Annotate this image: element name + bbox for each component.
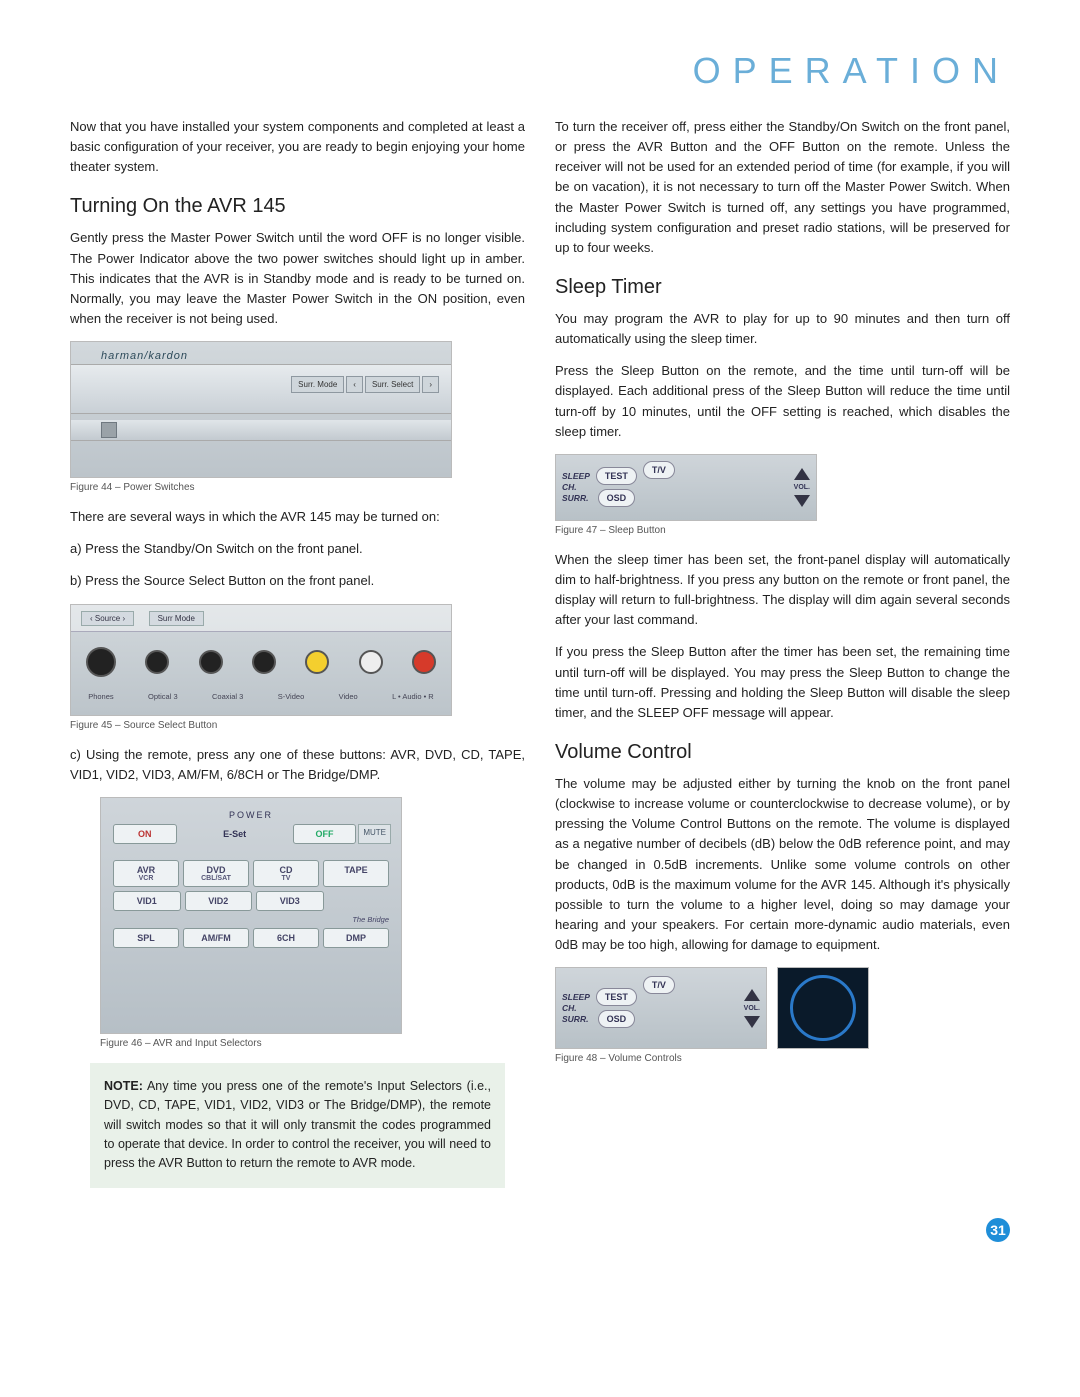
mute-button: MUTE — [358, 824, 391, 844]
osd-button-2: OSD — [598, 1010, 636, 1028]
option-a: a) Press the Standby/On Switch on the fr… — [70, 539, 525, 559]
amfm-button: AM/FM — [183, 928, 249, 948]
heading-turning-on: Turning On the AVR 145 — [70, 195, 525, 218]
osd-button: OSD — [598, 489, 636, 507]
jack-label: Phones — [88, 692, 113, 701]
heading-sleep-timer: Sleep Timer — [555, 276, 1010, 299]
tv-button-2: T/V — [643, 976, 675, 994]
the-bridge-label: The Bridge — [113, 915, 389, 924]
volume-up-icon-2 — [744, 989, 760, 1001]
intro-paragraph: Now that you have installed your system … — [70, 117, 525, 177]
figure-46-avr-input-selectors: POWER ON E-Set OFF MUTE AVRVCR DVDCBL/SA… — [100, 797, 402, 1034]
cd-button: CDTV — [253, 860, 319, 887]
sleep-ch-surr-labels: SLEEP CH. SURR. — [562, 471, 590, 504]
turning-on-paragraph: Gently press the Master Power Switch unt… — [70, 228, 525, 329]
sleep-p3: When the sleep timer has been set, the f… — [555, 550, 1010, 631]
avr-button: AVRVCR — [113, 860, 179, 887]
left-column: Now that you have installed your system … — [70, 117, 525, 1188]
volume-paragraph: The volume may be adjusted either by tur… — [555, 774, 1010, 955]
dvd-button: DVDCBL/SAT — [183, 860, 249, 887]
vid1-button: VID1 — [113, 891, 181, 911]
test-button-2: TEST — [596, 988, 637, 1006]
hk-logo-text: harman/kardon — [101, 350, 188, 362]
surr-select-button: Surr. Select — [365, 376, 420, 393]
page-header: OPERATION — [70, 50, 1010, 92]
sleep-ch-surr-labels-2: SLEEP CH. SURR. — [562, 992, 590, 1025]
6ch-button: 6CH — [253, 928, 319, 948]
note-body: Any time you press one of the remote's I… — [104, 1079, 491, 1171]
note-label: NOTE: — [104, 1079, 143, 1093]
off-button: OFF — [293, 824, 357, 844]
power-label: POWER — [111, 810, 391, 820]
figure-47-sleep-button: SLEEP CH. SURR. TEST OSD T/V VOL. — [555, 454, 817, 521]
on-button: ON — [113, 824, 177, 844]
figure-44-caption: Figure 44 – Power Switches — [70, 482, 525, 493]
tape-button: TAPE — [323, 860, 389, 887]
sleep-p4: If you press the Sleep Button after the … — [555, 642, 1010, 723]
heading-volume-control: Volume Control — [555, 741, 1010, 764]
figure-48-volume-controls: SLEEP CH. SURR. TEST OSD T/V VOL. — [555, 967, 1010, 1049]
turnoff-paragraph: To turn the receiver off, press either t… — [555, 117, 1010, 258]
volume-knob-image — [777, 967, 869, 1049]
right-column: To turn the receiver off, press either t… — [555, 117, 1010, 1188]
figure-47-caption: Figure 47 – Sleep Button — [555, 525, 1010, 536]
jack-label: L • Audio • R — [392, 692, 434, 701]
volume-down-icon — [794, 495, 810, 507]
page-number: 31 — [986, 1218, 1010, 1242]
sleep-p2: Press the Sleep Button on the remote, an… — [555, 361, 1010, 442]
optical-jack-icon — [145, 650, 169, 674]
option-c: c) Using the remote, press any one of th… — [70, 745, 525, 785]
video-jack-icon — [305, 650, 329, 674]
jack-label: Optical 3 — [148, 692, 178, 701]
source-button: ‹ Source › — [81, 611, 134, 626]
vol-label: VOL. — [794, 484, 810, 491]
figure-45-source-select: ‹ Source › Surr Mode Phones Optical 3 Co… — [70, 604, 452, 716]
dmp-button: DMP — [323, 928, 389, 948]
option-b: b) Press the Source Select Button on the… — [70, 571, 525, 591]
jack-label: Coaxial 3 — [212, 692, 243, 701]
surr-prev-button: ‹ — [346, 376, 363, 393]
svideo-jack-icon — [252, 650, 276, 674]
tv-button: T/V — [643, 461, 675, 479]
sleep-p1: You may program the AVR to play for up t… — [555, 309, 1010, 349]
figure-44-power-switches: harman/kardon Surr. Mode ‹ Surr. Select … — [70, 341, 452, 478]
volume-up-icon — [794, 468, 810, 480]
test-button: TEST — [596, 467, 637, 485]
vid3-button: VID3 — [256, 891, 324, 911]
surr-next-button: › — [422, 376, 439, 393]
surr-mode-button-2: Surr Mode — [149, 611, 204, 626]
figure-48-caption: Figure 48 – Volume Controls — [555, 1053, 1010, 1064]
several-ways-paragraph: There are several ways in which the AVR … — [70, 507, 525, 527]
surr-mode-button: Surr. Mode — [291, 376, 344, 393]
vol-label-2: VOL. — [744, 1005, 760, 1012]
figure-46-caption: Figure 46 – AVR and Input Selectors — [100, 1038, 525, 1049]
jack-label: S-Video — [278, 692, 305, 701]
volume-down-icon-2 — [744, 1016, 760, 1028]
eset-label: E-Set — [179, 829, 291, 839]
audio-l-jack-icon — [359, 650, 383, 674]
note-block: NOTE: Any time you press one of the remo… — [90, 1063, 505, 1188]
figure-45-caption: Figure 45 – Source Select Button — [70, 720, 525, 731]
volume-knob-icon — [790, 975, 856, 1041]
spl-button: SPL — [113, 928, 179, 948]
phones-jack-icon — [86, 647, 116, 677]
power-switch-icon — [101, 422, 117, 438]
page-number-badge: 31 — [70, 1218, 1010, 1242]
coax-jack-icon — [199, 650, 223, 674]
audio-r-jack-icon — [412, 650, 436, 674]
vid2-button: VID2 — [185, 891, 253, 911]
jack-label: Video — [339, 692, 358, 701]
